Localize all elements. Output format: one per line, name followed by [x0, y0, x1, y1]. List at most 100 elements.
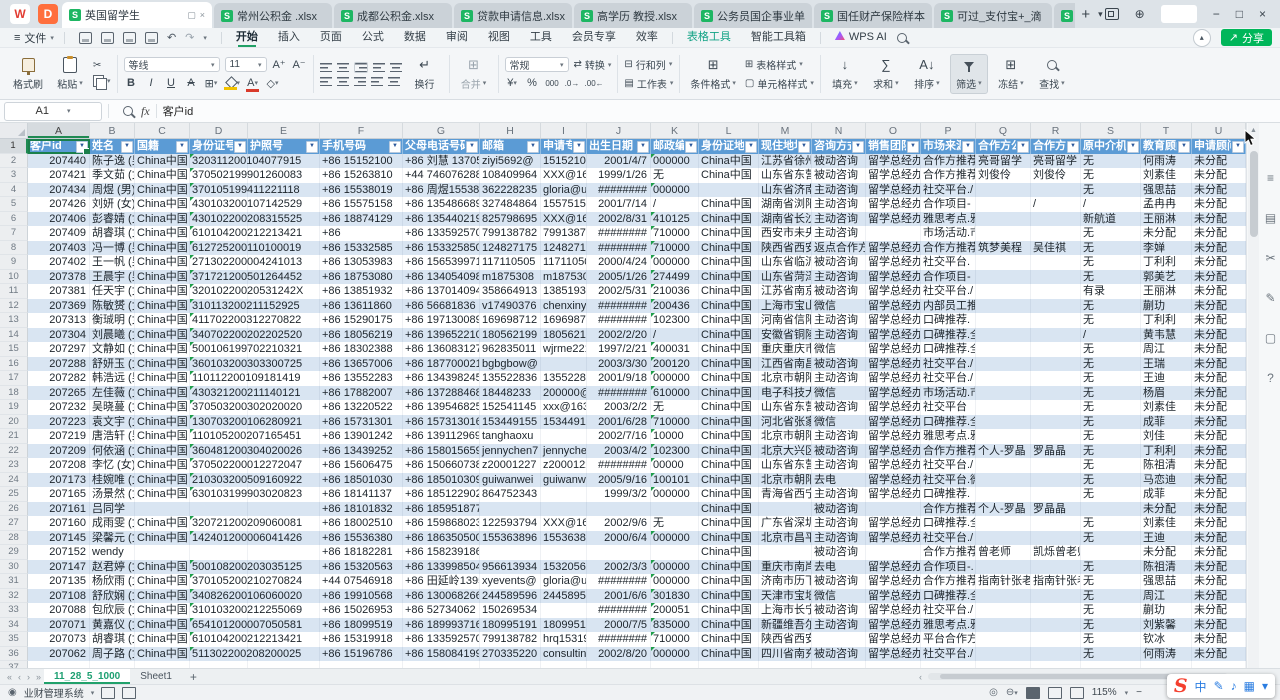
cell-N27[interactable]: 主动咨询: [812, 516, 866, 531]
cell-U16[interactable]: 未分配: [1192, 357, 1246, 372]
cell-Q14[interactable]: [976, 328, 1031, 343]
cell-R11[interactable]: [1031, 284, 1081, 299]
file-tab-2[interactable]: S常州公积金 .xlsx: [214, 3, 332, 28]
cell-L24[interactable]: China中国: [699, 473, 759, 488]
cell-F28[interactable]: +86 15536380: [320, 531, 403, 546]
cell-P34[interactable]: 雅思考点.雅: [921, 618, 976, 633]
cell-G14[interactable]: +86 1396522100: [403, 328, 480, 343]
cell-I24[interactable]: guiwanwei: [541, 473, 587, 488]
cell-I8[interactable]: 124827175: [541, 241, 587, 256]
cell-N23[interactable]: 主动咨询: [812, 458, 866, 473]
cell-D15[interactable]: 500106199702210321: [190, 342, 248, 357]
cell-D24[interactable]: 210303200509160922: [190, 473, 248, 488]
print-icon[interactable]: [123, 32, 136, 44]
cell-D18[interactable]: 430321200211140121: [190, 386, 248, 401]
wps-ai-button[interactable]: WPS AI: [825, 28, 897, 47]
cell-B18[interactable]: 左佳薇 (女: [90, 386, 135, 401]
cell-I9[interactable]: 117110505: [541, 255, 587, 270]
cell-U12[interactable]: 未分配: [1192, 299, 1246, 314]
cell-U17[interactable]: 未分配: [1192, 371, 1246, 386]
cell-M27[interactable]: 广东省深圳: [759, 516, 812, 531]
cell-I35[interactable]: hrq153199: [541, 632, 587, 647]
cell-T9[interactable]: 丁利利: [1141, 255, 1192, 270]
cell-F14[interactable]: +86 18056219: [320, 328, 403, 343]
cell-Q31[interactable]: 指南针张老: [976, 574, 1031, 589]
notes-icon[interactable]: ▤: [1265, 211, 1276, 225]
cell-P36[interactable]: 社交平台./: [921, 647, 976, 662]
cell-H36[interactable]: 270335220: [480, 647, 541, 662]
formula-value[interactable]: 客户id: [163, 103, 194, 119]
cell-O2[interactable]: 留学总经办: [866, 154, 921, 169]
cell-C25[interactable]: China中国: [135, 487, 190, 502]
filter-button-A[interactable]: ▼: [76, 141, 88, 153]
cell-R21[interactable]: [1031, 429, 1081, 444]
cell-R6[interactable]: [1031, 212, 1081, 227]
cell-R22[interactable]: 罗晶晶: [1031, 444, 1081, 459]
cell-M22[interactable]: 北京大兴区: [759, 444, 812, 459]
sort-button[interactable]: A↓ 排序▾: [909, 55, 945, 93]
cell-O15[interactable]: 留学总经办: [866, 342, 921, 357]
cell-F13[interactable]: +86 15290175: [320, 313, 403, 328]
cell-I7[interactable]: 799138782: [541, 226, 587, 241]
docer-icon[interactable]: D: [38, 4, 58, 24]
cell-F24[interactable]: +86 18501030: [320, 473, 403, 488]
close-button[interactable]: ×: [1259, 7, 1266, 21]
cell-O29[interactable]: [866, 545, 921, 560]
cell-K8[interactable]: 710000: [651, 241, 699, 256]
menu-item-效率[interactable]: 效率: [626, 28, 668, 47]
cell-S34[interactable]: 无: [1081, 618, 1141, 633]
cell-L6[interactable]: China中国: [699, 212, 759, 227]
cell-U2[interactable]: 未分配: [1192, 154, 1246, 169]
cell-I22[interactable]: jennychen7: [541, 444, 587, 459]
cell-F19[interactable]: +86 13220522: [320, 400, 403, 415]
cell-O6[interactable]: 留学总经办: [866, 212, 921, 227]
cell-G12[interactable]: +86 56681836: [403, 299, 480, 314]
cell-E26[interactable]: [248, 502, 320, 517]
cell-K21[interactable]: 10000: [651, 429, 699, 444]
number-format-select[interactable]: 常规▾: [505, 57, 569, 72]
cell-R36[interactable]: [1031, 647, 1081, 662]
menu-item-工具[interactable]: 工具: [520, 28, 562, 47]
cell-R16[interactable]: [1031, 357, 1081, 372]
cell-B13[interactable]: 衡珹明 (女: [90, 313, 135, 328]
cell-R24[interactable]: [1031, 473, 1081, 488]
cell-T33[interactable]: 蒯玏: [1141, 603, 1192, 618]
cell-P1[interactable]: 市场来源▼: [921, 139, 976, 154]
cell-A14[interactable]: 207304: [28, 328, 90, 343]
cut-button[interactable]: ✂: [93, 60, 111, 71]
cell-F21[interactable]: +86 13901242: [320, 429, 403, 444]
cell-N26[interactable]: 被动咨询: [812, 502, 866, 517]
row-header-7[interactable]: 7: [0, 226, 28, 241]
cell-N33[interactable]: 被动咨询: [812, 603, 866, 618]
cell-K29[interactable]: [651, 545, 699, 560]
col-header-N[interactable]: N: [812, 123, 866, 139]
cell-B6[interactable]: 彭睿婧 (女: [90, 212, 135, 227]
cell-P13[interactable]: 口碑推荐.: [921, 313, 976, 328]
cell-H1[interactable]: 邮箱▼: [480, 139, 541, 154]
file-tab-3[interactable]: S成都公积金.xlsx: [334, 3, 452, 28]
cell-B19[interactable]: 吴晓蔓 (女: [90, 400, 135, 415]
cell-U29[interactable]: 未分配: [1192, 545, 1246, 560]
cell-O36[interactable]: 留学总经办: [866, 647, 921, 662]
cell-N21[interactable]: 主动咨询: [812, 429, 866, 444]
maximize-button[interactable]: □: [1236, 7, 1243, 21]
rows-columns-button[interactable]: ⊟ 行和列▾: [624, 57, 673, 72]
cell-F23[interactable]: +86 15606475: [320, 458, 403, 473]
cell-N29[interactable]: 被动咨询: [812, 545, 866, 560]
cell-J28[interactable]: 2000/6/4: [587, 531, 651, 546]
cell-H16[interactable]: bgbgbow@: [480, 357, 541, 372]
file-tab-1[interactable]: S英国留学生▢×: [62, 2, 212, 28]
cell-T35[interactable]: 钦冰: [1141, 632, 1192, 647]
cell-L18[interactable]: China中国: [699, 386, 759, 401]
sogou-logo-icon[interactable]: S: [1174, 674, 1188, 698]
cell-C22[interactable]: China中国: [135, 444, 190, 459]
cell-S27[interactable]: 无: [1081, 516, 1141, 531]
cell-O20[interactable]: 留学总经办: [866, 415, 921, 430]
cell-F26[interactable]: +86 18101832: [320, 502, 403, 517]
cell-I16[interactable]: [541, 357, 587, 372]
align-right-icon[interactable]: [354, 77, 366, 86]
file-tab-7[interactable]: S国任财产保险样本.x: [814, 3, 932, 28]
cell-S28[interactable]: 无: [1081, 531, 1141, 546]
cell-C30[interactable]: China中国: [135, 560, 190, 575]
cell-P27[interactable]: 口碑推荐.全: [921, 516, 976, 531]
